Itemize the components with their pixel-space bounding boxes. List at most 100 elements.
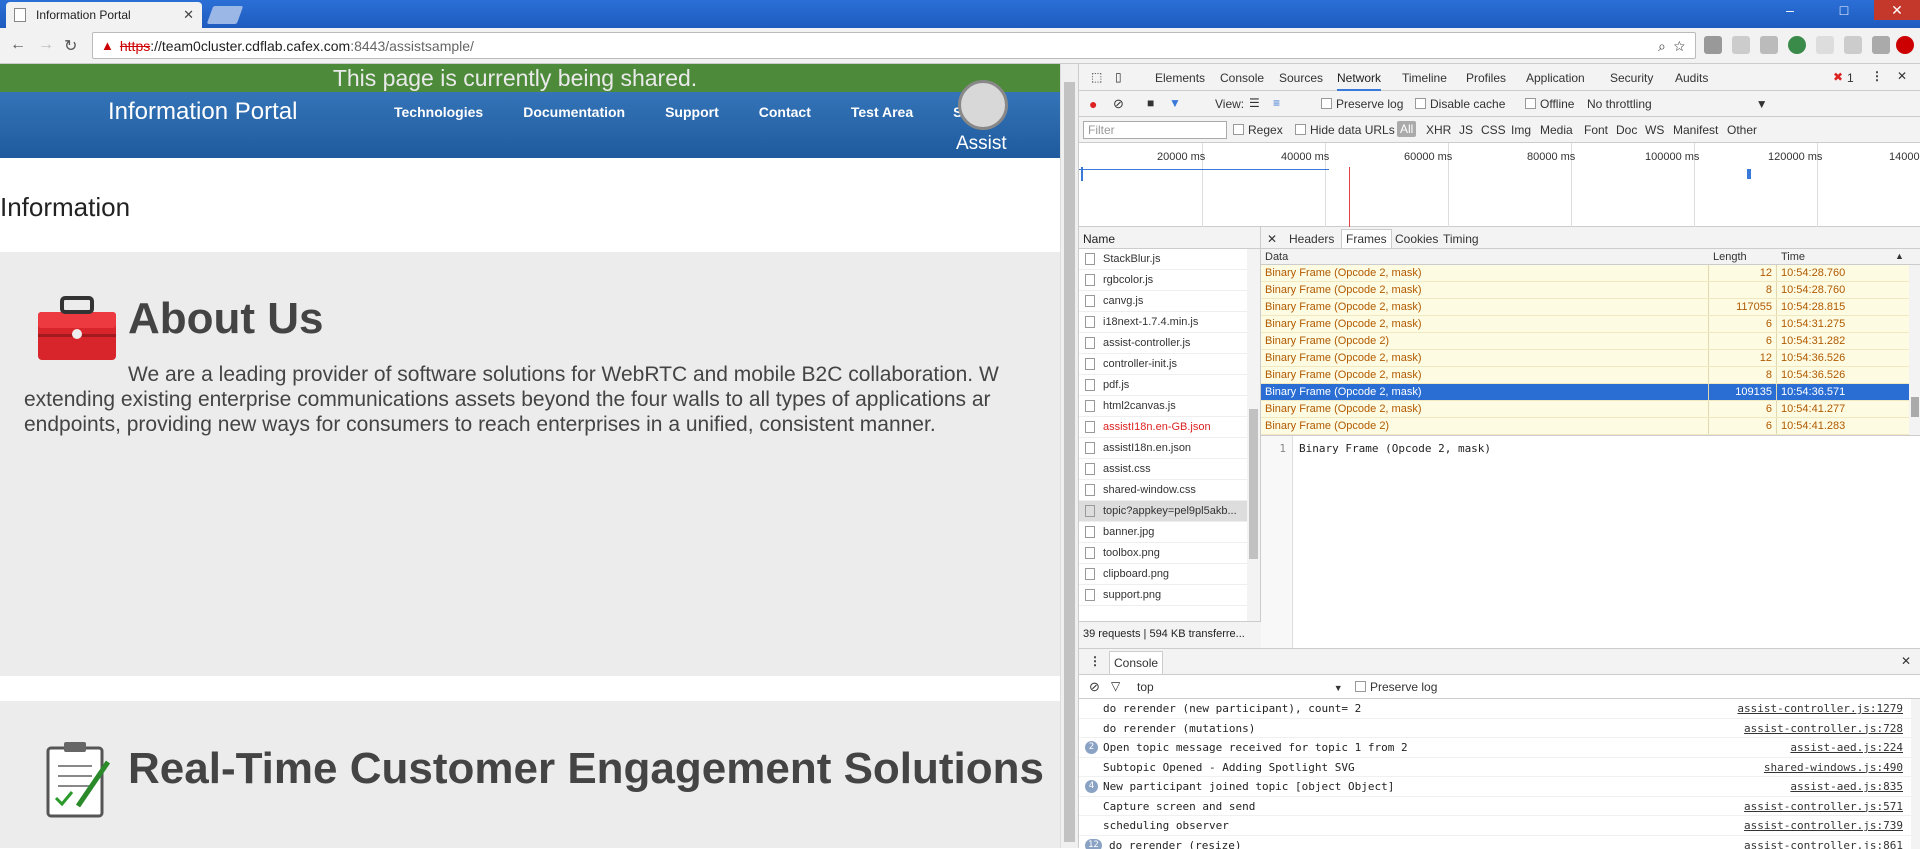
preserve-log-checkbox[interactable]: Preserve log [1321,97,1403,111]
request-row[interactable]: html2canvas.js [1079,396,1247,417]
console-source-link[interactable]: shared-windows.js:490 [1764,761,1903,774]
tab-profiles[interactable]: Profiles [1466,71,1506,85]
frame-row[interactable]: Binary Frame (Opcode 2, mask)810:54:28.7… [1261,282,1909,299]
tab-audits[interactable]: Audits [1675,71,1708,85]
clear-console-icon[interactable]: ⊘ [1089,679,1100,695]
tab-security[interactable]: Security [1610,71,1653,85]
close-drawer-icon[interactable]: ✕ [1901,654,1911,668]
throttling-select[interactable]: No throttling▼ [1587,97,1768,111]
nav-technologies[interactable]: Technologies [394,104,483,120]
extension-sc-icon[interactable] [1732,36,1750,54]
request-row[interactable]: assist.css [1079,459,1247,480]
filter-js[interactable]: JS [1459,123,1473,137]
extension-icon[interactable] [1760,36,1778,54]
request-row[interactable]: StackBlur.js [1079,249,1247,270]
request-row[interactable]: clipboard.png [1079,564,1247,585]
request-row[interactable]: topic?appkey=pel9pl5akb... [1079,501,1247,522]
console-source-link[interactable]: assist-aed.js:835 [1790,780,1903,793]
close-window-icon[interactable]: ✕ [1874,0,1920,20]
request-row[interactable]: support.png [1079,585,1247,606]
console-source-link[interactable]: assist-controller.js:571 [1744,800,1903,813]
frame-row[interactable]: Binary Frame (Opcode 2)610:54:31.282 [1261,333,1909,350]
offline-checkbox[interactable]: Offline [1525,97,1574,111]
extension-power-icon[interactable] [1896,36,1914,54]
filter-img[interactable]: Img [1511,123,1531,137]
reload-icon[interactable]: ↻ [64,36,77,56]
sort-ascending-icon[interactable]: ▲ [1895,251,1904,261]
error-icon[interactable]: ✖ [1833,70,1843,84]
maximize-icon[interactable]: □ [1826,0,1862,20]
frame-row[interactable]: Binary Frame (Opcode 2, mask)1210:54:36.… [1261,350,1909,367]
extension-icon[interactable] [1816,36,1834,54]
hide-data-urls-checkbox[interactable]: Hide data URLs [1295,123,1395,137]
bookmark-star-icon[interactable]: ☆ [1674,38,1685,54]
column-data[interactable]: Data [1265,251,1288,263]
tab-console[interactable]: Console [1220,71,1264,85]
extension-icon[interactable] [1704,36,1722,54]
camera-icon[interactable]: ■ [1147,96,1154,110]
request-row[interactable]: toolbox.png [1079,543,1247,564]
context-select[interactable]: top▼ [1137,680,1343,694]
filter-xhr[interactable]: XHR [1426,123,1451,137]
console-scrollbar[interactable] [1911,699,1920,849]
request-row[interactable]: i18next-1.7.4.min.js [1079,312,1247,333]
detail-tab-frames[interactable]: Frames [1341,229,1392,248]
inspect-icon[interactable]: ⬚ [1091,70,1102,84]
clear-icon[interactable]: ⊘ [1113,96,1124,112]
detail-tab-headers[interactable]: Headers [1289,232,1334,246]
forward-icon[interactable]: → [38,36,54,54]
minimize-icon[interactable]: – [1772,0,1808,20]
disable-cache-checkbox[interactable]: Disable cache [1415,97,1505,111]
record-icon[interactable]: ● [1089,96,1097,112]
page-scrollbar[interactable] [1060,64,1078,848]
waterfall-view-icon[interactable]: ≡ [1273,96,1280,110]
console-source-link[interactable]: assist-controller.js:861 [1744,839,1903,849]
drawer-tab-console[interactable]: Console [1109,651,1163,674]
frame-row[interactable]: Binary Frame (Opcode 2, mask)610:54:31.2… [1261,316,1909,333]
console-source-link[interactable]: assist-controller.js:728 [1744,722,1903,735]
request-row[interactable]: pdf.js [1079,375,1247,396]
console-preserve-log-checkbox[interactable]: Preserve log [1355,680,1437,694]
console-source-link[interactable]: assist-controller.js:1279 [1737,702,1903,715]
tab-elements[interactable]: Elements [1155,71,1205,85]
new-tab-button[interactable] [207,6,244,24]
security-warning-icon[interactable]: ▲ [101,38,114,53]
console-source-link[interactable]: assist-aed.js:224 [1790,741,1903,754]
request-row[interactable]: shared-window.css [1079,480,1247,501]
nav-contact[interactable]: Contact [759,104,811,120]
frame-row[interactable]: Binary Frame (Opcode 2, mask)610:54:41.2… [1261,401,1909,418]
filter-input[interactable]: Filter [1083,121,1227,139]
nav-documentation[interactable]: Documentation [523,104,625,120]
column-time[interactable]: Time [1781,251,1805,263]
request-list-scrollbar[interactable] [1247,249,1260,621]
request-row[interactable]: assist-controller.js [1079,333,1247,354]
frame-row[interactable]: Binary Frame (Opcode 2, mask)1210:54:28.… [1261,265,1909,282]
request-row[interactable]: controller-init.js [1079,354,1247,375]
filter-font[interactable]: Font [1584,123,1608,137]
nav-test-area[interactable]: Test Area [851,104,913,120]
assist-logo-icon[interactable] [958,80,1008,130]
extension-icon[interactable] [1844,36,1862,54]
tab-network[interactable]: Network [1337,71,1381,91]
close-devtools-icon[interactable]: ✕ [1897,69,1907,83]
frames-scrollbar[interactable] [1909,265,1920,435]
filter-css[interactable]: CSS [1481,123,1506,137]
filter-other[interactable]: Other [1727,123,1757,137]
name-column-header[interactable]: Name [1079,227,1260,249]
frame-row[interactable]: Binary Frame (Opcode 2, mask)11705510:54… [1261,299,1909,316]
tab-sources[interactable]: Sources [1279,71,1323,85]
console-source-link[interactable]: assist-controller.js:739 [1744,819,1903,832]
tab-application[interactable]: Application [1526,71,1585,85]
assist-label[interactable]: Assist [956,133,1007,155]
console-filter-icon[interactable]: ▽ [1111,679,1120,693]
extension-globe-icon[interactable] [1788,36,1806,54]
more-icon[interactable]: ⋮ [1871,69,1883,83]
filter-media[interactable]: Media [1540,123,1573,137]
request-row[interactable]: canvg.js [1079,291,1247,312]
frames-scroll-thumb[interactable] [1911,397,1919,417]
network-overview-timeline[interactable]: 20000 ms 40000 ms 60000 ms 80000 ms 1000… [1079,143,1920,227]
frame-row[interactable]: Binary Frame (Opcode 2)610:54:41.283 [1261,418,1909,435]
filter-doc[interactable]: Doc [1616,123,1637,137]
frame-row[interactable]: Binary Frame (Opcode 2, mask)810:54:36.5… [1261,367,1909,384]
close-detail-icon[interactable]: ✕ [1267,232,1277,246]
